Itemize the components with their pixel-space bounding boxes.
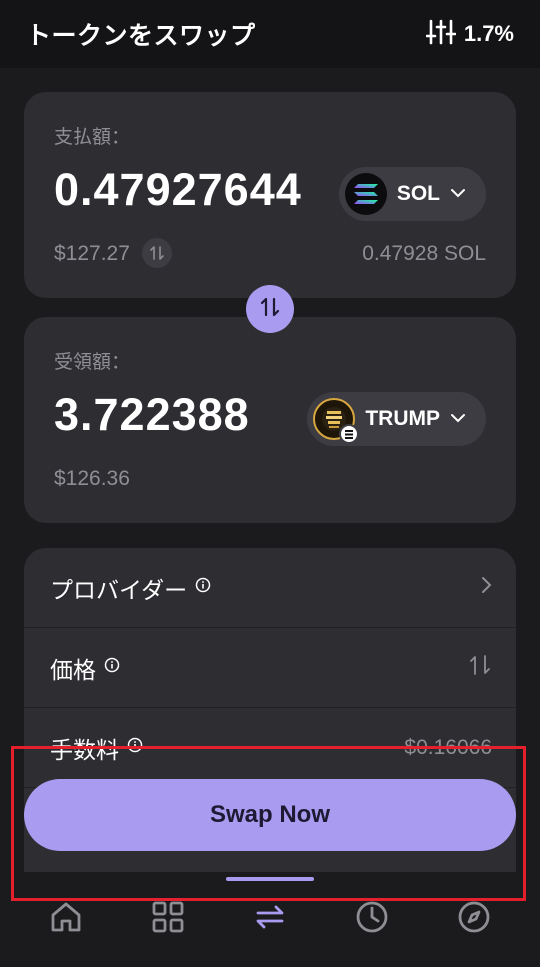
- info-icon[interactable]: [195, 577, 211, 598]
- receive-label: 受領額：: [54, 351, 131, 373]
- swap-arrows-icon: [259, 296, 281, 323]
- slippage-value: 1.7%: [463, 21, 514, 46]
- grid-icon: [150, 899, 186, 940]
- pay-label: 支払額：: [54, 126, 131, 148]
- chevron-down-icon: [450, 185, 466, 203]
- receive-token-symbol: TRUMP: [365, 407, 440, 430]
- receive-usd-value: $126.36: [54, 467, 130, 490]
- pay-amount-input[interactable]: 0.47927644: [54, 164, 302, 216]
- pay-card: 支払額： 0.47927644 SOL $127.27 0.47928 SOL: [24, 92, 516, 298]
- info-icon[interactable]: [127, 737, 143, 758]
- compass-icon: [456, 899, 492, 940]
- fee-label: 手数料: [50, 737, 119, 764]
- provider-row[interactable]: プロバイダー: [24, 548, 516, 628]
- chevron-down-icon: [450, 410, 466, 428]
- fee-row: 手数料 $0.16066: [24, 708, 516, 788]
- network-badge-icon: [339, 424, 360, 444]
- receive-card: 受領額： 3.722388 TRUMP $126.36: [24, 317, 516, 523]
- receive-token-selector[interactable]: TRUMP: [307, 392, 486, 446]
- nav-dashboard[interactable]: [148, 899, 188, 939]
- pay-token-symbol: SOL: [396, 182, 440, 205]
- page-title: トークンをスワップ: [26, 21, 256, 50]
- toggle-currency-icon[interactable]: [142, 238, 172, 268]
- pay-usd-value: $127.27: [54, 242, 130, 265]
- nav-swap[interactable]: [250, 899, 290, 939]
- pay-balance[interactable]: 0.47928 SOL: [362, 242, 486, 266]
- flip-tokens-button[interactable]: [246, 285, 294, 333]
- trump-logo-icon: [313, 398, 360, 444]
- clock-icon: [354, 899, 390, 940]
- active-tab-indicator: [226, 877, 314, 881]
- provider-label: プロバイダー: [50, 577, 188, 604]
- nav-explore[interactable]: [454, 899, 494, 939]
- swap-now-button[interactable]: Swap Now: [24, 779, 516, 851]
- home-icon: [48, 899, 84, 940]
- nav-history[interactable]: [352, 899, 392, 939]
- solana-logo-icon: [344, 173, 387, 215]
- bottom-nav: [0, 872, 540, 967]
- price-row: 価格: [24, 628, 516, 708]
- fee-value: $0.16066: [404, 735, 492, 759]
- top-bar: トークンをスワップ 1.7%: [0, 0, 540, 68]
- receive-amount: 3.722388: [54, 389, 250, 440]
- sliders-icon: [425, 18, 457, 51]
- info-icon[interactable]: [104, 657, 120, 678]
- chevron-right-icon: [480, 576, 492, 599]
- price-label: 価格: [50, 657, 96, 684]
- invert-price-icon[interactable]: [468, 654, 492, 681]
- swap-icon: [252, 899, 288, 940]
- pay-token-selector[interactable]: SOL: [338, 167, 486, 221]
- nav-home[interactable]: [46, 899, 86, 939]
- slippage-button[interactable]: 1.7%: [425, 18, 514, 51]
